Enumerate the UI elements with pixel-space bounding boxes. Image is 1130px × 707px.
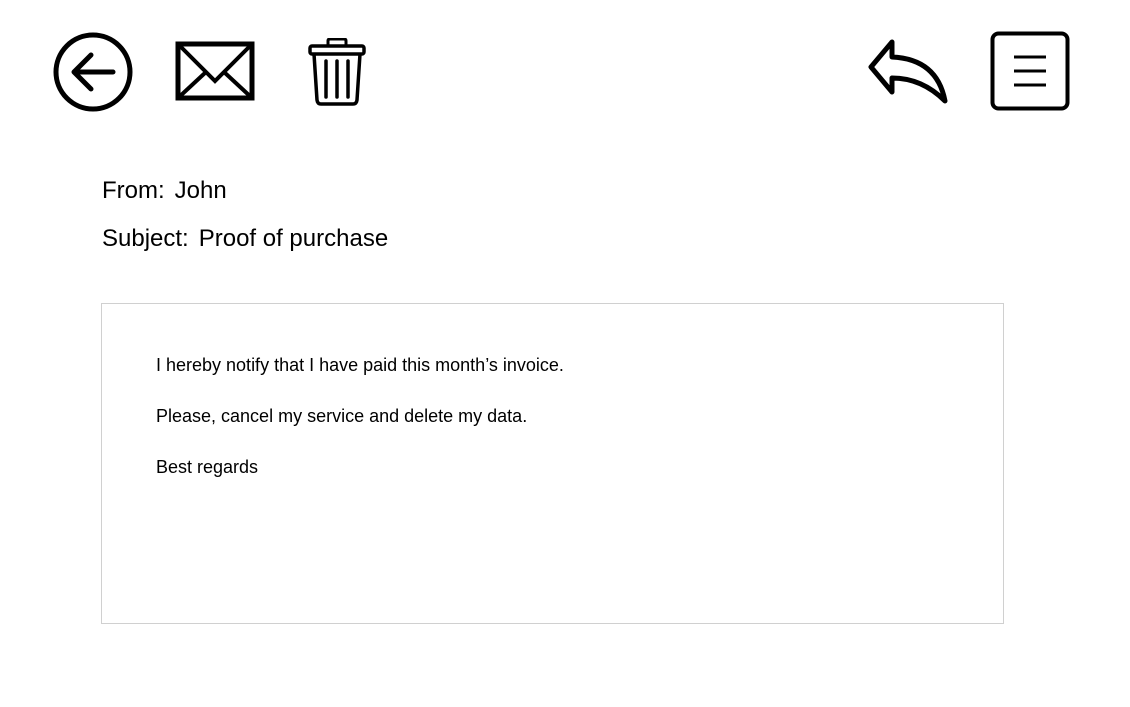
- subject-value: Proof of purchase: [198, 225, 389, 252]
- email-view: From: John Subject: Proof of purchase I he…: [0, 0, 1130, 707]
- delete-button[interactable]: [307, 38, 367, 106]
- back-arrow-circle-icon: [53, 32, 133, 112]
- subject-label: Subject:: [102, 225, 189, 252]
- envelope-icon: [175, 41, 255, 101]
- body-paragraph: I hereby notify that I have paid this mo…: [156, 355, 564, 375]
- from-label: From:: [102, 177, 165, 204]
- reply-arrow-icon: [868, 39, 948, 104]
- mail-button[interactable]: [175, 41, 255, 101]
- trash-icon: [308, 38, 366, 106]
- from-value: John: [174, 177, 227, 204]
- message-body: I hereby notify that I have paid this mo…: [101, 303, 1004, 624]
- back-button[interactable]: [53, 32, 133, 112]
- reply-button[interactable]: [867, 37, 949, 105]
- hamburger-menu-icon: [990, 31, 1070, 111]
- from-line: From: John: [102, 176, 227, 206]
- body-paragraph: Please, cancel my service and delete my …: [156, 406, 528, 426]
- body-paragraph: Best regards: [156, 457, 259, 477]
- menu-button[interactable]: [990, 31, 1070, 111]
- subject-line: Subject: Proof of purchase: [102, 224, 388, 254]
